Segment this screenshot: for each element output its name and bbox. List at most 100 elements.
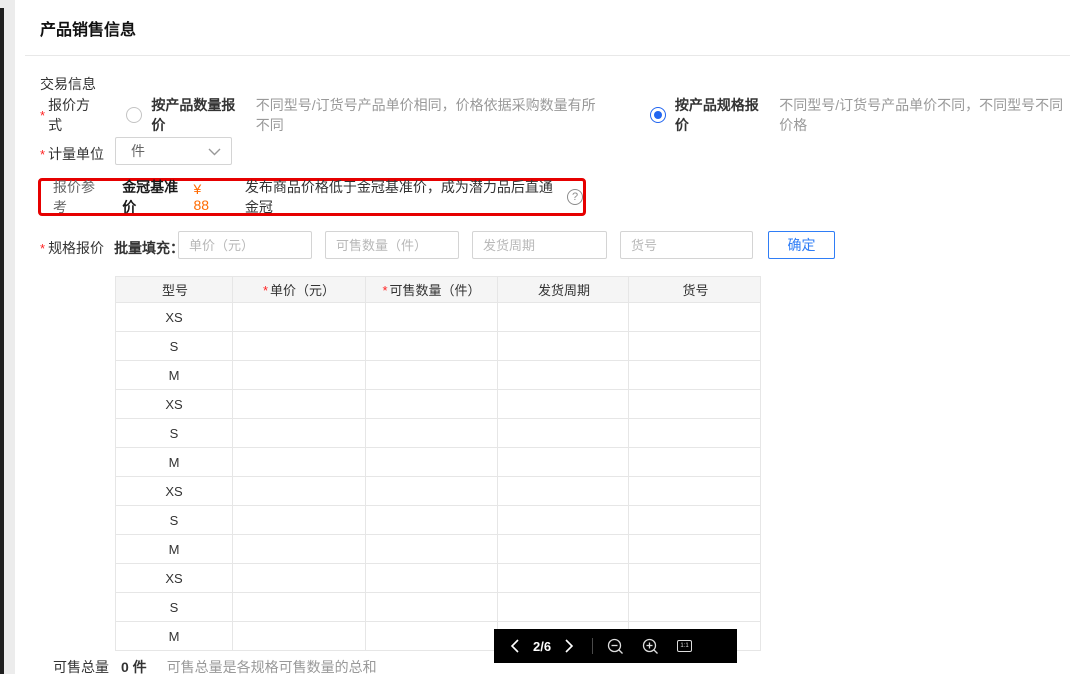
spec-quote-row: * 规格报价 批量填充：: [40, 238, 184, 258]
table-row: S: [115, 418, 761, 448]
col-header-model: 型号: [115, 276, 233, 303]
benchmark-price-label: 金冠基准价: [122, 179, 179, 215]
table-row: S: [115, 331, 761, 361]
page-indicator: 2/6: [533, 638, 552, 654]
model-cell: XS: [115, 389, 233, 419]
confirm-button[interactable]: 确定: [768, 231, 835, 259]
item-no-cell[interactable]: [628, 592, 761, 622]
qty-cell[interactable]: [365, 447, 498, 477]
radio-by-spec[interactable]: [649, 107, 666, 123]
model-cell: S: [115, 418, 233, 448]
delivery-cell[interactable]: [497, 418, 629, 448]
radio-by-quantity-label[interactable]: 按产品数量报价: [151, 95, 242, 135]
qty-cell[interactable]: [365, 534, 498, 564]
batch-item-number-input[interactable]: [620, 231, 753, 259]
col-header-delivery-cycle: 发货周期: [497, 276, 629, 303]
unit-price-cell[interactable]: [232, 476, 366, 506]
previous-page-icon[interactable]: [510, 639, 519, 653]
required-asterisk: *: [40, 240, 46, 256]
radio-by-quantity[interactable]: [126, 107, 143, 123]
unit-price-cell[interactable]: [232, 505, 366, 535]
col-header-available-qty: * 可售数量（件）: [365, 276, 498, 303]
spec-quote-label: 规格报价: [48, 240, 105, 256]
item-no-cell[interactable]: [628, 447, 761, 477]
unit-price-cell[interactable]: [232, 447, 366, 477]
item-no-cell[interactable]: [628, 563, 761, 593]
help-question-icon[interactable]: ?: [567, 189, 583, 205]
delivery-cell[interactable]: [497, 476, 629, 506]
batch-fill-label: 批量填充：: [114, 240, 185, 256]
qty-cell[interactable]: [365, 389, 498, 419]
delivery-cell[interactable]: [497, 360, 629, 390]
unit-price-cell[interactable]: [232, 563, 366, 593]
qty-cell[interactable]: [365, 592, 498, 622]
quote-reference-highlight-box: 报价参考 金冠基准价 ¥ 88 发布商品价格低于金冠基准价，成为潜力品后直通金冠…: [38, 178, 586, 216]
required-asterisk: *: [40, 107, 46, 123]
window-left-border: [0, 8, 4, 674]
page-title: 产品销售信息: [40, 22, 137, 39]
image-viewer-toolbar: 2/6 1:1: [494, 629, 737, 663]
col-header-unit-price: * 单价（元）: [232, 276, 366, 303]
batch-delivery-cycle-input[interactable]: [472, 231, 607, 259]
item-no-cell[interactable]: [628, 418, 761, 448]
item-no-cell[interactable]: [628, 476, 761, 506]
item-no-cell[interactable]: [628, 534, 761, 564]
item-no-cell[interactable]: [628, 331, 761, 361]
batch-unit-price-input[interactable]: [178, 231, 312, 259]
delivery-cell[interactable]: [497, 592, 629, 622]
model-cell: XS: [115, 563, 233, 593]
item-no-cell[interactable]: [628, 389, 761, 419]
model-cell: M: [115, 621, 233, 651]
unit-price-cell[interactable]: [232, 621, 366, 651]
model-cell: S: [115, 331, 233, 361]
qty-cell[interactable]: [365, 331, 498, 361]
benchmark-price-value: ¥ 88: [193, 181, 210, 213]
actual-size-icon[interactable]: 1:1: [677, 640, 693, 652]
delivery-cell[interactable]: [497, 331, 629, 361]
batch-available-qty-input[interactable]: [325, 231, 459, 259]
delivery-cell[interactable]: [497, 447, 629, 477]
unit-price-cell[interactable]: [232, 389, 366, 419]
radio-by-spec-label[interactable]: 按产品规格报价: [675, 95, 766, 135]
delivery-cell[interactable]: [497, 389, 629, 419]
title-divider: [25, 55, 1070, 56]
qty-cell[interactable]: [365, 418, 498, 448]
table-row: XS: [115, 302, 761, 332]
total-quantity-value: 0 件: [121, 659, 147, 675]
delivery-cell[interactable]: [497, 534, 629, 564]
unit-price-cell[interactable]: [232, 360, 366, 390]
qty-cell[interactable]: [365, 302, 498, 332]
table-row: S: [115, 505, 761, 535]
qty-cell[interactable]: [365, 621, 498, 651]
delivery-cell[interactable]: [497, 563, 629, 593]
zoom-in-icon[interactable]: [642, 638, 659, 655]
required-asterisk: *: [40, 146, 46, 162]
model-cell: XS: [115, 476, 233, 506]
unit-select[interactable]: 件: [115, 137, 232, 165]
unit-price-cell[interactable]: [232, 592, 366, 622]
next-page-icon[interactable]: [565, 639, 574, 653]
unit-price-cell[interactable]: [232, 302, 366, 332]
zoom-out-icon[interactable]: [607, 638, 624, 655]
unit-label: 计量单位: [48, 146, 105, 162]
qty-cell[interactable]: [365, 360, 498, 390]
delivery-cell[interactable]: [497, 505, 629, 535]
qty-cell[interactable]: [365, 505, 498, 535]
item-no-cell[interactable]: [628, 302, 761, 332]
model-cell: M: [115, 360, 233, 390]
item-no-cell[interactable]: [628, 360, 761, 390]
model-cell: M: [115, 534, 233, 564]
model-cell: M: [115, 447, 233, 477]
qty-cell[interactable]: [365, 563, 498, 593]
delivery-cell[interactable]: [497, 302, 629, 332]
item-no-cell[interactable]: [628, 505, 761, 535]
table-row: M: [115, 534, 761, 564]
unit-price-cell[interactable]: [232, 418, 366, 448]
unit-price-cell[interactable]: [232, 331, 366, 361]
col-header-item-number: 货号: [628, 276, 761, 303]
unit-select-value: 件: [131, 143, 145, 159]
model-cell: S: [115, 505, 233, 535]
table-row: M: [115, 447, 761, 477]
qty-cell[interactable]: [365, 476, 498, 506]
unit-price-cell[interactable]: [232, 534, 366, 564]
